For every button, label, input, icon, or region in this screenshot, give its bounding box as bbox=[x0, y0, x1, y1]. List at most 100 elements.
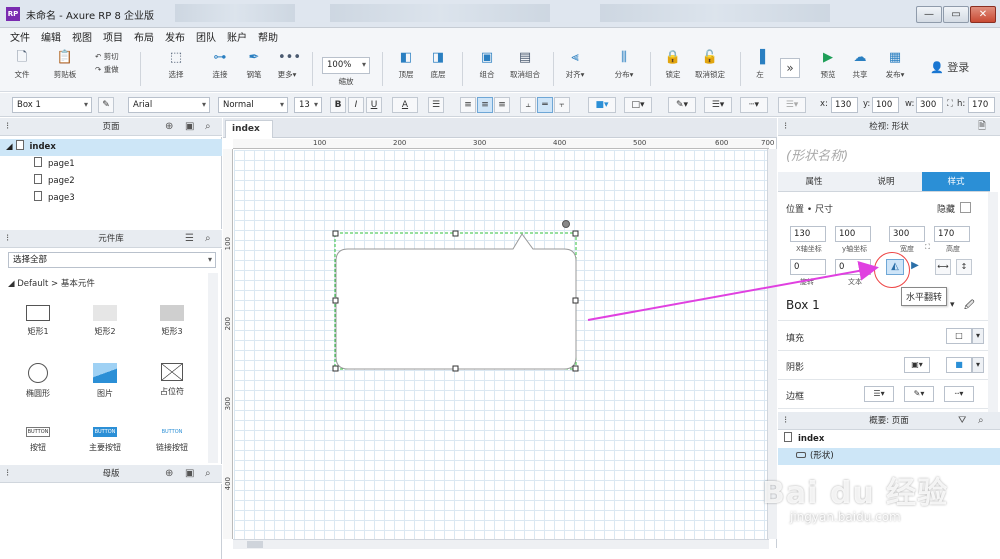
unlock-tool[interactable]: 🔓 取消锁定 bbox=[690, 50, 730, 80]
border-width-picker[interactable]: ☰▾ bbox=[864, 386, 894, 402]
inner-shadow-picker[interactable]: ■ bbox=[946, 357, 972, 373]
widget-placeholder[interactable]: 占位符 bbox=[142, 363, 202, 397]
lock-aspect-icon[interactable]: ⛶ bbox=[947, 99, 953, 109]
font-style-select[interactable]: Normal bbox=[218, 97, 288, 113]
add-page-icon[interactable]: ⊕ bbox=[165, 118, 173, 136]
align-center-text-icon[interactable]: ≡ bbox=[477, 97, 493, 113]
italic-button[interactable]: I bbox=[348, 97, 364, 113]
publish-tool[interactable]: ▦ 发布▾ bbox=[880, 50, 910, 80]
page-item-index[interactable]: ◢ index bbox=[0, 139, 222, 156]
share-tool[interactable]: ☁ 共享 bbox=[847, 50, 873, 80]
x-input[interactable]: 130 bbox=[831, 97, 858, 113]
font-color-button[interactable]: A bbox=[392, 97, 418, 113]
hidden-checkbox[interactable] bbox=[960, 202, 971, 213]
inspector-w-input[interactable]: 300 bbox=[889, 226, 925, 242]
collapse-icon[interactable]: ⁝ bbox=[6, 230, 9, 248]
expand-toolbar-button[interactable]: » bbox=[780, 58, 800, 78]
menu-publish[interactable]: 发布 bbox=[165, 29, 185, 44]
add-master-icon[interactable]: ⊕ bbox=[165, 465, 173, 483]
outer-shadow-picker[interactable]: ▣▾ bbox=[904, 357, 930, 373]
menu-icon[interactable]: ☰ bbox=[185, 230, 194, 248]
add-folder-icon[interactable]: ▣ bbox=[185, 465, 194, 483]
top-layer-tool[interactable]: ◧ 顶层 bbox=[393, 50, 419, 80]
widget-rect1[interactable]: 矩形1 bbox=[8, 305, 68, 337]
widget-button[interactable]: BUTTON 按钮 bbox=[8, 427, 68, 453]
outline-page-item[interactable]: index bbox=[778, 431, 1000, 448]
redo-tool[interactable]: ↷ 重做 bbox=[95, 64, 131, 75]
font-family-select[interactable]: Arial bbox=[128, 97, 210, 113]
h-input[interactable]: 170 bbox=[968, 97, 995, 113]
tab-notes[interactable]: 说明 bbox=[850, 172, 922, 192]
tab-properties[interactable]: 属性 bbox=[778, 172, 850, 192]
bottom-layer-tool[interactable]: ◨ 底层 bbox=[425, 50, 451, 80]
resize-handle[interactable] bbox=[452, 365, 459, 372]
notes-icon[interactable]: 🗎 bbox=[978, 118, 986, 136]
align-tool[interactable]: ⫷ 对齐▾ bbox=[561, 50, 589, 80]
widget-ellipse[interactable]: 椭圆形 bbox=[8, 363, 68, 399]
inspector-scrollbar[interactable] bbox=[988, 192, 998, 412]
library-filter-select[interactable]: 选择全部 bbox=[8, 252, 216, 268]
arrow-style-button[interactable]: ☰▾ bbox=[778, 97, 806, 113]
menu-team[interactable]: 团队 bbox=[196, 29, 216, 44]
cut-tool[interactable]: ↶ 剪切 bbox=[95, 51, 131, 62]
tab-index[interactable]: index × bbox=[225, 120, 273, 150]
font-size-select[interactable]: 13 bbox=[294, 97, 322, 113]
widget-link-button[interactable]: BUTTON 链接按钮 bbox=[142, 427, 202, 453]
inspector-y-input[interactable]: 100 bbox=[835, 226, 871, 242]
file-tool[interactable]: 🗋 文件 bbox=[10, 50, 34, 80]
search-icon[interactable]: ⌕ bbox=[978, 412, 984, 430]
bullet-list-icon[interactable]: ☰ bbox=[428, 97, 444, 113]
edit-style-icon[interactable]: 🖉 bbox=[964, 298, 975, 315]
tab-style[interactable]: 样式 bbox=[922, 172, 990, 192]
align-left-text-icon[interactable]: ≡ bbox=[460, 97, 476, 113]
menu-account[interactable]: 账户 bbox=[227, 29, 247, 44]
maximize-button[interactable]: ▭ bbox=[943, 6, 969, 23]
pen-tool[interactable]: ✒ 钢笔 bbox=[242, 50, 266, 80]
resize-handle[interactable] bbox=[332, 230, 339, 237]
collapse-icon[interactable]: ⁝ bbox=[784, 412, 787, 430]
group-tool[interactable]: ▣ 组合 bbox=[474, 50, 500, 80]
menu-file[interactable]: 文件 bbox=[10, 29, 30, 44]
border-color-picker[interactable]: ✎▾ bbox=[904, 386, 934, 402]
rotate-handle[interactable] bbox=[562, 220, 570, 228]
menu-help[interactable]: 帮助 bbox=[258, 29, 278, 44]
bold-button[interactable]: B bbox=[330, 97, 346, 113]
w-input[interactable]: 300 bbox=[916, 97, 943, 113]
line-width-button[interactable]: ☰▾ bbox=[704, 97, 732, 113]
connect-tool[interactable]: ⊶ 连接 bbox=[208, 50, 232, 80]
collapse-icon[interactable]: ⁝ bbox=[6, 465, 9, 483]
style-dropdown-icon[interactable]: ▾ bbox=[950, 300, 955, 310]
scroll-thumb[interactable] bbox=[247, 541, 263, 548]
page-item-page2[interactable]: page2 bbox=[0, 173, 222, 190]
search-icon[interactable]: ⌕ bbox=[205, 465, 211, 483]
collapse-icon[interactable]: ⁝ bbox=[784, 118, 787, 136]
select-tool[interactable]: ⬚ 选择 bbox=[152, 50, 200, 80]
resize-handle[interactable] bbox=[332, 365, 339, 372]
resize-handle[interactable] bbox=[572, 365, 579, 372]
preview-tool[interactable]: ▶ 预览 bbox=[815, 50, 841, 80]
widget-primary-button[interactable]: BUTTON 主要按钮 bbox=[75, 427, 135, 453]
menu-edit[interactable]: 编辑 bbox=[41, 29, 61, 44]
minimize-button[interactable]: — bbox=[916, 6, 942, 23]
page-item-page3[interactable]: page3 bbox=[0, 190, 222, 207]
add-folder-icon[interactable]: ▣ bbox=[185, 118, 194, 136]
fill-color-button[interactable]: ■▾ bbox=[588, 97, 616, 113]
library-scrollbar[interactable] bbox=[208, 273, 218, 463]
outline-shape-item[interactable]: (形状) bbox=[778, 448, 1000, 465]
filter-icon[interactable]: ⛛ bbox=[958, 412, 966, 430]
page-item-page1[interactable]: page1 bbox=[0, 156, 222, 173]
resize-handle[interactable] bbox=[572, 297, 579, 304]
lock-aspect-icon[interactable]: ⛶ bbox=[925, 243, 930, 252]
underline-button[interactable]: U bbox=[366, 97, 382, 113]
inspector-x-input[interactable]: 130 bbox=[790, 226, 826, 242]
line-color-button[interactable]: ✎▾ bbox=[668, 97, 696, 113]
shape-name-select[interactable]: Box 1 bbox=[12, 97, 92, 113]
more-tool[interactable]: ••• 更多▾ bbox=[272, 50, 302, 80]
library-group-header[interactable]: ◢ Default > 基本元件 bbox=[8, 277, 95, 289]
resize-handle[interactable] bbox=[572, 230, 579, 237]
fill-color-picker[interactable]: □ bbox=[946, 328, 972, 344]
widget-image[interactable]: 图片 bbox=[75, 363, 135, 399]
lock-tool[interactable]: 🔒 锁定 bbox=[660, 50, 686, 80]
horizontal-scrollbar[interactable] bbox=[233, 539, 769, 549]
menu-layout[interactable]: 布局 bbox=[134, 29, 154, 44]
